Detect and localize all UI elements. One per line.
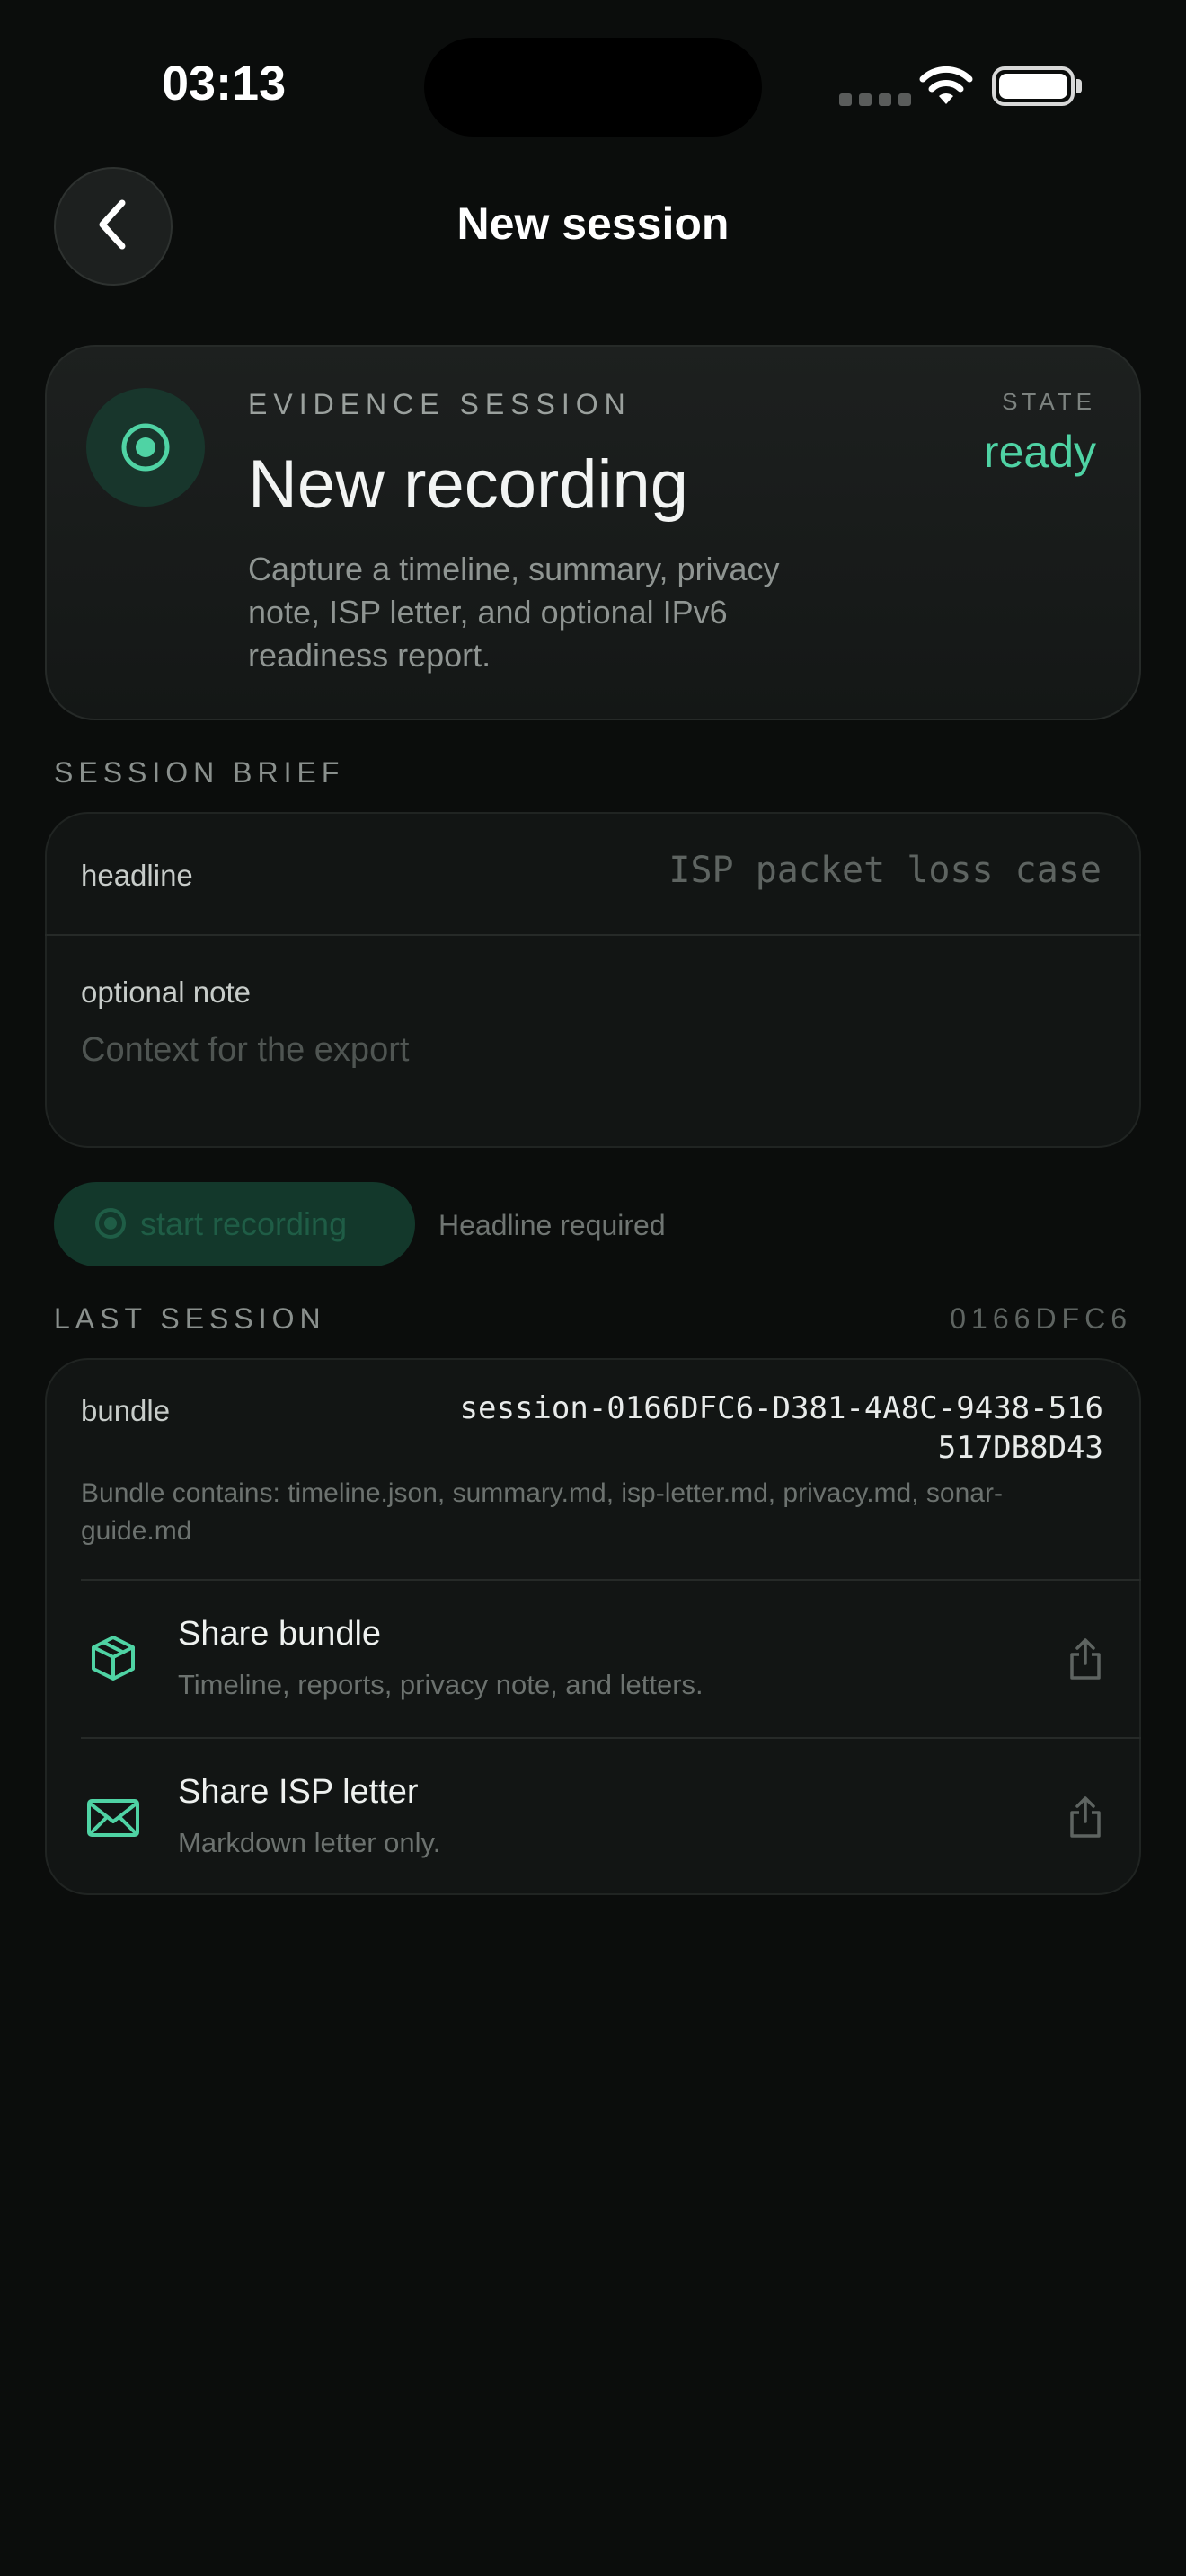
wifi-icon [918,65,974,112]
session-brief-header: SESSION BRIEF [54,756,345,789]
session-description: Capture a timeline, summary, privacy not… [248,551,780,674]
state-label: STATE [1002,388,1096,415]
state-value: ready [983,427,1096,477]
headline-label: headline [81,859,193,892]
share-isp-letter-row[interactable]: Share ISP letter Markdown letter only. [45,1739,1141,1895]
battery-icon [992,66,1075,106]
brief-divider [45,934,1141,936]
record-icon [93,1206,128,1243]
dynamic-island [424,38,762,137]
start-recording-button[interactable]: start recording [54,1182,415,1266]
share-icon[interactable] [1067,1636,1103,1686]
envelope-icon [86,1798,140,1842]
box-icon [88,1633,138,1688]
bundle-contents: Bundle contains: timeline.json, summary.… [81,1478,1003,1546]
share-icon[interactable] [1067,1795,1103,1844]
page-title: New session [456,198,730,249]
battery-nub [1076,79,1082,93]
note-label: optional note [81,975,251,1009]
share-bundle-title: Share bundle [178,1615,382,1653]
share-isp-letter-title: Share ISP letter [178,1773,419,1811]
headline-required-hint: Headline required [438,1209,666,1241]
status-time: 03:13 [162,57,287,110]
last-session-header: LAST SESSION [54,1302,326,1335]
headline-input[interactable] [527,850,1102,891]
share-bundle-row[interactable]: Share bundle Timeline, reports, privacy … [45,1581,1141,1737]
cellular-signal-icon [839,93,911,106]
last-session-short-id: 0166DFC6 [950,1302,1132,1335]
session-eyebrow: EVIDENCE SESSION [248,388,632,420]
bundle-id: session-0166DFC6-D381-4A8C-9438-516517DB… [459,1390,1103,1466]
share-bundle-subtitle: Timeline, reports, privacy note, and let… [178,1669,704,1700]
record-icon [86,388,205,507]
session-title: New recording [248,446,688,523]
note-input[interactable] [81,1031,1069,1070]
start-recording-label: start recording [140,1205,348,1242]
bundle-label: bundle [81,1394,171,1427]
share-isp-letter-subtitle: Markdown letter only. [178,1827,441,1858]
